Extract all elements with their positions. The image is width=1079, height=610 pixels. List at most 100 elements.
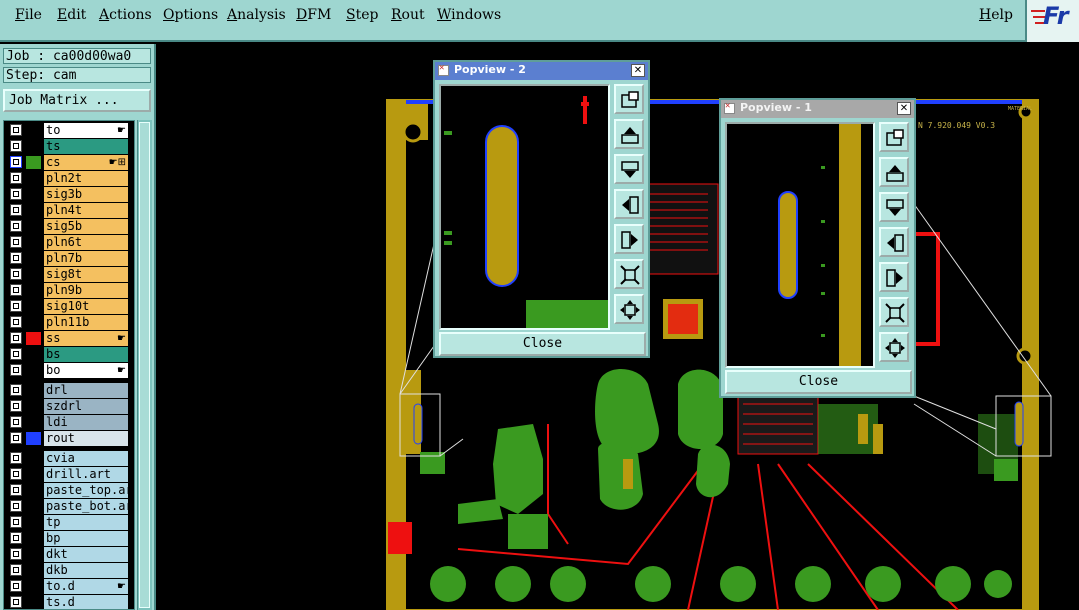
layer-name[interactable]: ts.d [44, 595, 128, 609]
layer-checkbox[interactable] [10, 252, 22, 264]
layer-color-swatch[interactable] [26, 596, 41, 609]
layer-name[interactable]: paste_bot.ar [44, 499, 128, 514]
menu-rout[interactable]: Rout [391, 7, 425, 23]
layer-checkbox[interactable] [10, 432, 22, 444]
popview-1-view[interactable] [725, 122, 875, 368]
layer-checkbox[interactable] [10, 188, 22, 200]
layer-color-swatch[interactable] [26, 416, 41, 429]
layer-checkbox[interactable] [10, 500, 22, 512]
pan-left-button[interactable] [879, 227, 909, 257]
layer-row-bs[interactable]: bs [8, 347, 128, 362]
layer-checkbox[interactable] [10, 400, 22, 412]
layer-color-swatch[interactable] [26, 124, 41, 137]
layer-row-cs[interactable]: cs ☛⊞ [8, 155, 128, 170]
menu-windows[interactable]: Windows [437, 7, 501, 23]
popview-2-close-icon[interactable]: ✕ [631, 64, 645, 77]
menu-actions[interactable]: Actions [99, 7, 152, 23]
layer-list-scrollbar[interactable] [137, 120, 152, 610]
layer-color-swatch[interactable] [26, 432, 41, 445]
layer-color-swatch[interactable] [26, 300, 41, 313]
layer-row-rout[interactable]: rout [8, 431, 128, 446]
layer-name[interactable]: to ☛ [44, 123, 128, 138]
layer-row-pln9b[interactable]: pln9b [8, 283, 128, 298]
layer-color-swatch[interactable] [26, 532, 41, 545]
pan-up-button[interactable] [879, 157, 909, 187]
layer-color-swatch[interactable] [26, 580, 41, 593]
layer-color-swatch[interactable] [26, 400, 41, 413]
zoom-in-button[interactable] [614, 259, 644, 289]
layer-row-to[interactable]: to ☛ [8, 123, 128, 138]
zoom-box-button[interactable] [879, 122, 909, 152]
pan-right-button[interactable] [879, 262, 909, 292]
layer-checkbox[interactable] [10, 220, 22, 232]
menu-dfm[interactable]: DFM [296, 7, 331, 23]
layer-color-swatch[interactable] [26, 284, 41, 297]
menu-edit[interactable]: Edit [57, 7, 86, 23]
layer-row-ts[interactable]: ts [8, 139, 128, 154]
layer-checkbox[interactable] [10, 532, 22, 544]
layer-row-szdrl[interactable]: szdrl [8, 399, 128, 414]
layer-color-swatch[interactable] [26, 484, 41, 497]
layer-color-swatch[interactable] [26, 268, 41, 281]
layer-name[interactable]: pln9b [44, 283, 128, 298]
layer-name[interactable]: ldi [44, 415, 128, 430]
layer-row-ss[interactable]: ss ☛ [8, 331, 128, 346]
layer-checkbox[interactable] [10, 332, 22, 344]
layer-color-swatch[interactable] [26, 384, 41, 397]
layer-name[interactable]: dkb [44, 563, 128, 578]
layer-row-paste-bot-ar[interactable]: paste_bot.ar [8, 499, 128, 514]
layer-name[interactable]: pln7b [44, 251, 128, 266]
layer-name[interactable]: rout [44, 431, 128, 446]
layer-name[interactable]: sig10t [44, 299, 128, 314]
layer-checkbox[interactable] [10, 300, 22, 312]
layer-checkbox[interactable] [10, 468, 22, 480]
layer-name[interactable]: sig8t [44, 267, 128, 282]
layer-color-swatch[interactable] [26, 172, 41, 185]
layer-color-swatch[interactable] [26, 500, 41, 513]
popview-2-titlebar[interactable]: Popview - 2 ✕ [435, 62, 648, 80]
layer-name[interactable]: pln11b [44, 315, 128, 330]
layer-checkbox[interactable] [10, 416, 22, 428]
layer-color-swatch[interactable] [26, 236, 41, 249]
layer-name[interactable]: paste_top.ar [44, 483, 128, 498]
layer-name[interactable]: sig3b [44, 187, 128, 202]
layer-checkbox[interactable] [10, 384, 22, 396]
popview-2-view[interactable] [439, 84, 610, 330]
scrollbar-thumb[interactable] [139, 122, 150, 608]
layer-checkbox[interactable] [10, 516, 22, 528]
layer-checkbox[interactable] [10, 172, 22, 184]
layer-checkbox[interactable] [10, 284, 22, 296]
layer-color-swatch[interactable] [26, 548, 41, 561]
layer-name[interactable]: drl [44, 383, 128, 398]
layer-checkbox[interactable] [10, 564, 22, 576]
layer-name[interactable]: pln6t [44, 235, 128, 250]
layer-checkbox[interactable] [10, 548, 22, 560]
layer-name[interactable]: sig5b [44, 219, 128, 234]
layer-checkbox[interactable] [10, 268, 22, 280]
layer-name[interactable]: tp [44, 515, 128, 530]
layer-checkbox[interactable] [10, 348, 22, 360]
layer-row-pln6t[interactable]: pln6t [8, 235, 128, 250]
layer-checkbox[interactable] [10, 140, 22, 152]
layer-row-ts-d[interactable]: ts.d [8, 595, 128, 609]
layer-checkbox[interactable] [10, 316, 22, 328]
layer-name[interactable]: bo ☛ [44, 363, 128, 378]
popview-1-close-button[interactable]: Close [725, 370, 912, 394]
layer-checkbox[interactable] [10, 452, 22, 464]
layer-name[interactable]: pln4t [44, 203, 128, 218]
layer-row-sig8t[interactable]: sig8t [8, 267, 128, 282]
layer-name[interactable]: drill.art [44, 467, 128, 482]
layer-name[interactable]: cvia [44, 451, 128, 466]
layer-name[interactable]: cs ☛⊞ [44, 155, 128, 170]
layer-name[interactable]: bs [44, 347, 128, 362]
layer-row-to-d[interactable]: to.d ☛ [8, 579, 128, 594]
layer-row-sig3b[interactable]: sig3b [8, 187, 128, 202]
layer-row-pln7b[interactable]: pln7b [8, 251, 128, 266]
job-matrix-button[interactable]: Job Matrix ... [3, 89, 151, 112]
layer-color-swatch[interactable] [26, 516, 41, 529]
layer-color-swatch[interactable] [26, 220, 41, 233]
menu-analysis[interactable]: Analysis [227, 7, 286, 23]
zoom-out-button[interactable] [879, 332, 909, 362]
layer-row-sig5b[interactable]: sig5b [8, 219, 128, 234]
layer-color-swatch[interactable] [26, 452, 41, 465]
